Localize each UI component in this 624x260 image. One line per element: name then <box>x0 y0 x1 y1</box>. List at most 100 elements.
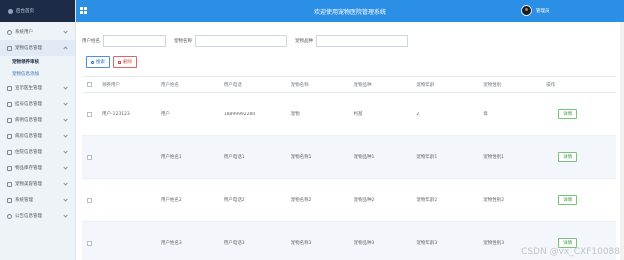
search-bar: 用户姓名 宠物名称 宠物品种 <box>82 34 416 48</box>
row-checkbox[interactable] <box>87 240 92 246</box>
table-cell: 柯基 <box>353 112 363 117</box>
chevron-down-icon <box>63 85 68 90</box>
pet-name-label: 宠物名称 <box>174 39 192 44</box>
box-icon <box>7 117 12 123</box>
avatar[interactable] <box>521 5 532 16</box>
table-cell: 用户-123123 <box>101 112 130 117</box>
column-header: 用户电话 <box>223 82 242 88</box>
scrollbar[interactable] <box>620 22 624 260</box>
sidebar-item-announcements[interactable]: 公告信息管理 <box>0 208 75 224</box>
table-row: 用户姓名2 用户电话2 宠物名称2 宠物品种2 宠物年龄2 宠物性别2 详情 <box>82 179 616 222</box>
sidebar-subitem-label: 宠物领养审核 <box>12 60 39 65</box>
details-button[interactable]: 详情 <box>558 195 578 205</box>
box-icon <box>7 101 12 107</box>
table-cell: 宠物名称3 <box>290 241 312 246</box>
chevron-down-icon <box>63 117 68 122</box>
delete-button[interactable]: 删除 <box>113 56 137 68</box>
table-cell: 用户电话2 <box>223 198 245 203</box>
box-icon <box>7 85 12 91</box>
sidebar-item-wards[interactable]: 病房信息管理 <box>0 128 75 144</box>
search-button[interactable]: 搜索 <box>86 56 110 68</box>
delete-button-label: 删除 <box>123 60 132 65</box>
data-table: 领养用户 用户姓名 用户电话 宠物名称 宠物品种 宠物年龄 宠物性别 操作 用户… <box>82 76 616 260</box>
table-cell: 母 <box>483 112 488 117</box>
search-icon <box>91 60 94 64</box>
pet-breed-label: 宠物品种 <box>295 39 313 44</box>
column-header: 宠物性别 <box>483 82 502 88</box>
table-cell: 宠物品种3 <box>353 241 375 246</box>
grid-icon <box>7 197 12 203</box>
sidebar-item-label: 病房信息管理 <box>15 134 42 139</box>
chevron-down-icon <box>63 181 68 186</box>
chevron-down-icon <box>63 149 68 154</box>
action-buttons: 搜索 删除 <box>86 56 140 68</box>
header-checkbox-cell[interactable] <box>82 82 94 87</box>
sidebar-brand[interactable]: 后台首页 <box>0 0 75 22</box>
table-cell: 宠物性别1 <box>483 155 505 160</box>
pet-breed-input[interactable] <box>316 35 408 47</box>
sidebar-item-label: 物品库存管理 <box>15 166 42 171</box>
sidebar-subitem-pet-adoption-review[interactable]: 宠物领养审核 <box>0 56 75 68</box>
column-header: 宠物品种 <box>353 82 372 88</box>
table-cell: 宠物品种1 <box>353 155 375 160</box>
sidebar-subitem-label: 宠物信息添加 <box>12 72 39 77</box>
row-checkbox[interactable] <box>87 111 92 117</box>
sidebar-item-doctor[interactable]: 宣示医生管理 <box>0 80 75 96</box>
user-name[interactable]: 管理员 <box>536 8 550 14</box>
details-button[interactable]: 详情 <box>558 152 578 162</box>
sidebar-item-grooming[interactable]: 宠物美容管理 <box>0 176 75 192</box>
search-button-label: 搜索 <box>96 60 105 65</box>
table-row: 用户-123123 用户 18899992280 宠物 柯基 2 母 详情 <box>82 93 616 136</box>
chevron-down-icon <box>63 197 68 202</box>
details-button[interactable]: 详情 <box>558 109 578 119</box>
circle-icon <box>7 213 12 219</box>
sidebar-item-system-users[interactable]: 系统用户 <box>0 24 75 40</box>
table-cell: 宠物品种2 <box>353 198 375 203</box>
sidebar: 后台首页 系统用户 宠物信息管理 宠物领养审核 宠物信息添加 宣示医生管理 挂号… <box>0 0 76 260</box>
sidebar-item-pet-info[interactable]: 宠物信息管理 <box>0 40 75 56</box>
table-header: 领养用户 用户姓名 用户电话 宠物名称 宠物品种 宠物年龄 宠物性别 操作 <box>82 76 616 93</box>
table-cell: 2 <box>416 111 420 117</box>
row-checkbox[interactable] <box>87 197 92 203</box>
sidebar-item-cases[interactable]: 病例信息管理 <box>0 112 75 128</box>
table-cell: 用户电话3 <box>223 241 245 246</box>
user-name-input[interactable] <box>103 35 166 47</box>
sidebar-brand-label: 后台首页 <box>16 9 34 14</box>
sidebar-item-label: 系统用户 <box>15 30 33 35</box>
row-checkbox[interactable] <box>87 154 92 160</box>
table-cell: 用户 <box>160 112 170 117</box>
sidebar-item-label: 挂号信息管理 <box>15 102 42 107</box>
box-icon <box>7 149 12 155</box>
chevron-down-icon <box>63 165 68 170</box>
box-icon <box>7 133 12 139</box>
select-all-checkbox[interactable] <box>87 82 92 87</box>
table-cell: 宠物名称1 <box>290 155 312 160</box>
chevron-down-icon <box>63 133 68 138</box>
table-cell: 宠物性别3 <box>483 241 505 246</box>
chevron-up-icon <box>63 46 68 51</box>
watermark: CSDN @vx_CXF10088 <box>521 247 620 257</box>
table-cell: 宠物年龄2 <box>416 198 438 203</box>
sidebar-item-label: 宠物美容管理 <box>15 182 42 187</box>
chevron-down-icon <box>63 213 68 218</box>
column-header: 用户姓名 <box>160 82 179 88</box>
box-icon <box>7 45 12 51</box>
sidebar-item-inventory[interactable]: 物品库存管理 <box>0 160 75 176</box>
table-cell: 用户电话1 <box>223 155 245 160</box>
table-cell: 宠物性别2 <box>483 198 505 203</box>
home-icon <box>8 8 13 14</box>
table-cell: 用户姓名1 <box>160 155 182 160</box>
top-bar: 欢迎使用宠物医院管理系统 管理员 <box>76 0 624 22</box>
trash-icon <box>118 60 121 64</box>
box-icon <box>7 181 12 187</box>
sidebar-subitem-pet-info-add[interactable]: 宠物信息添加 <box>0 68 75 80</box>
sidebar-item-system[interactable]: 系统管理 <box>0 192 75 208</box>
table-cell: 宠物 <box>290 112 300 117</box>
user-name-label: 用户姓名 <box>82 39 100 44</box>
sidebar-item-label: 住院信息管理 <box>15 150 42 155</box>
sidebar-item-hospitalization[interactable]: 住院信息管理 <box>0 144 75 160</box>
sidebar-item-label: 宠物信息管理 <box>15 46 42 51</box>
table-cell: 宠物年龄3 <box>416 241 438 246</box>
sidebar-item-registration[interactable]: 挂号信息管理 <box>0 96 75 112</box>
pet-name-input[interactable] <box>195 35 287 47</box>
